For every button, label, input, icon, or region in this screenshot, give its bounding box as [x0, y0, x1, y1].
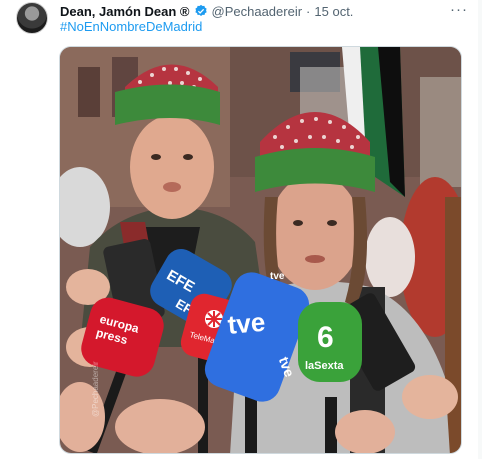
author-name[interactable]: Dean, Jamón Dean ®: [60, 4, 190, 19]
lasexta-label: laSexta: [305, 360, 344, 372]
tweet: Dean, Jamón Dean ® @Pechaadereir · 15 oc…: [0, 0, 482, 459]
lasexta-number: 6: [317, 321, 334, 354]
tweet-photo[interactable]: EFE EFE europa press TeleMadrid tve tve: [59, 46, 462, 454]
tve-main-label: tve: [226, 307, 266, 340]
verified-badge-icon: [194, 4, 208, 18]
lasexta-microphone: 6 laSexta: [298, 302, 362, 382]
photo-scene: EFE EFE europa press TeleMadrid tve tve: [60, 47, 461, 453]
tweet-header: Dean, Jamón Dean ® @Pechaadereir · 15 oc…: [60, 2, 353, 20]
hashtag-link[interactable]: #NoEnNombreDeMadrid: [60, 19, 202, 34]
author-handle[interactable]: @Pechaadereir: [212, 4, 303, 19]
photo-watermark: @Pechaadereir: [91, 361, 100, 417]
tweet-date[interactable]: 15 oct.: [314, 4, 353, 19]
more-options-icon[interactable]: ···: [448, 0, 470, 18]
author-avatar[interactable]: [16, 2, 48, 34]
man-face: [130, 115, 214, 219]
page-scrollbar[interactable]: [478, 0, 482, 459]
separator-dot: ·: [306, 3, 311, 19]
tve-top-label: tve: [270, 271, 285, 282]
